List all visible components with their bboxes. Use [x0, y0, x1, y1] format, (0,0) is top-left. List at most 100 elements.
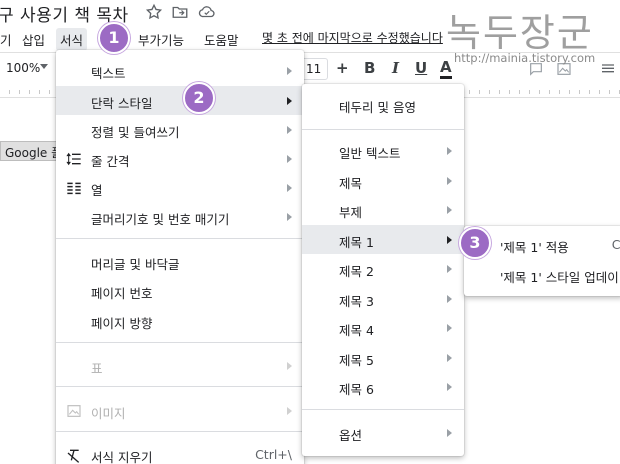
- menu-edit[interactable]: 기: [0, 28, 16, 51]
- bold-button[interactable]: B: [364, 59, 375, 77]
- menu-item-label: 머리글 및 바닥글: [91, 257, 180, 272]
- step-badge-3: 3: [459, 227, 491, 259]
- menu-item-label: 제목 5: [339, 353, 374, 368]
- image-icon: [66, 403, 82, 419]
- paragraph-styles-menu: 테두리 및 음영 일반 텍스트 제목 부제 제목 1 제목 2 제목 3 제목 …: [302, 84, 464, 456]
- menu-item-header-footer[interactable]: 머리글 및 바닥글: [56, 247, 304, 276]
- underline-button[interactable]: U: [415, 59, 427, 77]
- shortcut-hint: Ctrl: [611, 237, 620, 252]
- submenu-arrow-icon: [447, 265, 452, 273]
- menu-item-label: 글머리기호 및 번호 매기기: [91, 212, 230, 227]
- submenu-arrow-icon: [287, 126, 292, 134]
- last-edit-link[interactable]: 몇 초 전에 마지막으로 수정했습니다: [262, 29, 443, 46]
- menu-item-heading-2[interactable]: 제목 2: [302, 254, 464, 283]
- menu-item-label: 단락 스타일: [91, 96, 153, 111]
- menu-divider: [56, 431, 304, 432]
- menu-item-label: 서식 지우기: [91, 450, 153, 464]
- menu-item-label: 정렬 및 들여쓰기: [91, 125, 180, 140]
- submenu-arrow-icon: [287, 155, 292, 163]
- menu-item-label: 페이지 방향: [91, 316, 153, 331]
- submenu-arrow-icon: [287, 407, 292, 415]
- menu-item-heading-5[interactable]: 제목 5: [302, 343, 464, 372]
- step-badge-1: 1: [98, 22, 130, 54]
- menu-help[interactable]: 도움말: [200, 28, 243, 51]
- menu-item-align-indent[interactable]: 정렬 및 들여쓰기: [56, 115, 304, 144]
- submenu-arrow-icon: [287, 213, 292, 221]
- menu-item-label: '제목 1' 스타일 업데이: [500, 270, 619, 285]
- submenu-arrow-icon: [447, 429, 452, 437]
- submenu-arrow-icon: [287, 184, 292, 192]
- menu-addons[interactable]: 부가기능: [134, 28, 188, 51]
- menu-item-image: 이미지: [56, 396, 304, 425]
- menu-item-label: 테두리 및 음영: [339, 100, 416, 115]
- menu-item-page-orientation[interactable]: 페이지 방향: [56, 306, 304, 335]
- clear-formatting-icon: [66, 447, 82, 463]
- menu-item-borders-shading[interactable]: 테두리 및 음영: [302, 90, 464, 119]
- menu-item-heading-6[interactable]: 제목 6: [302, 372, 464, 401]
- menu-item-label: 텍스트: [91, 66, 126, 81]
- submenu-arrow-icon: [447, 295, 452, 303]
- menu-item-label: 열: [91, 183, 103, 198]
- zoom-select[interactable]: 100%: [6, 61, 40, 75]
- menu-item-paragraph-styles[interactable]: 단락 스타일: [56, 86, 304, 115]
- menu-item-label: 이미지: [91, 406, 126, 421]
- submenu-arrow-icon: [447, 206, 452, 214]
- menu-item-label: 부제: [339, 205, 363, 220]
- star-icon[interactable]: [145, 3, 163, 21]
- shortcut-hint: Ctrl+\: [255, 447, 292, 462]
- menu-item-label: 제목: [339, 176, 363, 191]
- watermark: 녹두장군 http://mainia.tistory.com: [446, 2, 620, 65]
- menu-divider: [56, 386, 304, 387]
- menu-item-heading-4[interactable]: 제목 4: [302, 313, 464, 342]
- submenu-arrow-icon: [447, 236, 452, 244]
- menu-item-bullets-numbering[interactable]: 글머리기호 및 번호 매기기: [56, 202, 304, 231]
- submenu-arrow-icon: [447, 354, 452, 362]
- document-outline-item[interactable]: Google 플: [0, 141, 58, 161]
- font-size-input[interactable]: 11: [300, 58, 328, 80]
- menu-item-label: 제목 6: [339, 382, 374, 397]
- watermark-brand: 녹두장군: [446, 11, 594, 55]
- menu-divider: [56, 238, 304, 239]
- menu-item-label: 제목 1: [339, 235, 374, 250]
- submenu-arrow-icon: [447, 324, 452, 332]
- menu-item-subtitle[interactable]: 부제: [302, 195, 464, 224]
- submenu-arrow-icon: [447, 147, 452, 155]
- menu-item-label: 제목 2: [339, 264, 374, 279]
- submenu-arrow-icon: [287, 97, 292, 105]
- menu-item-normal-text[interactable]: 일반 텍스트: [302, 136, 464, 165]
- menu-item-line-spacing[interactable]: 줄 간격: [56, 144, 304, 173]
- menu-item-heading-3[interactable]: 제목 3: [302, 284, 464, 313]
- watermark-url: http://mainia.tistory.com: [454, 51, 596, 65]
- increase-font-size-button[interactable]: +: [336, 59, 349, 77]
- submenu-arrow-icon: [287, 362, 292, 370]
- submenu-arrow-icon: [447, 177, 452, 185]
- submenu-arrow-icon: [447, 383, 452, 391]
- chevron-down-icon[interactable]: [40, 64, 48, 69]
- text-color-button[interactable]: A: [440, 59, 452, 79]
- menu-item-label: 페이지 번호: [91, 286, 153, 301]
- menu-item-columns[interactable]: 열: [56, 173, 304, 202]
- submenu-arrow-icon: [287, 67, 292, 75]
- menu-insert[interactable]: 삽입: [18, 28, 49, 51]
- move-to-folder-icon[interactable]: [171, 3, 189, 21]
- menu-item-label: 제목 4: [339, 323, 374, 338]
- menu-divider: [56, 342, 304, 343]
- menu-divider: [302, 129, 464, 130]
- menu-item-page-numbers[interactable]: 페이지 번호: [56, 276, 304, 305]
- menu-item-options[interactable]: 옵션: [302, 418, 464, 447]
- italic-button[interactable]: I: [392, 59, 399, 77]
- menu-item-label: 일반 텍스트: [339, 146, 401, 161]
- align-icon[interactable]: [600, 61, 618, 79]
- menu-item-label: 줄 간격: [91, 154, 130, 169]
- menu-item-update-heading-1[interactable]: '제목 1' 스타일 업데이: [464, 260, 620, 289]
- menu-divider: [302, 409, 464, 410]
- menu-item-label: 옵션: [339, 428, 363, 443]
- menu-item-title[interactable]: 제목: [302, 166, 464, 195]
- menu-format[interactable]: 서식: [56, 28, 88, 51]
- columns-icon: [66, 180, 82, 196]
- menu-item-clear-formatting[interactable]: 서식 지우기 Ctrl+\: [56, 440, 304, 464]
- menu-item-heading-1[interactable]: 제목 1: [302, 225, 464, 254]
- menu-item-text[interactable]: 텍스트: [56, 56, 304, 85]
- menu-item-label: '제목 1' 적용: [500, 240, 569, 255]
- cloud-saved-icon[interactable]: [198, 3, 216, 21]
